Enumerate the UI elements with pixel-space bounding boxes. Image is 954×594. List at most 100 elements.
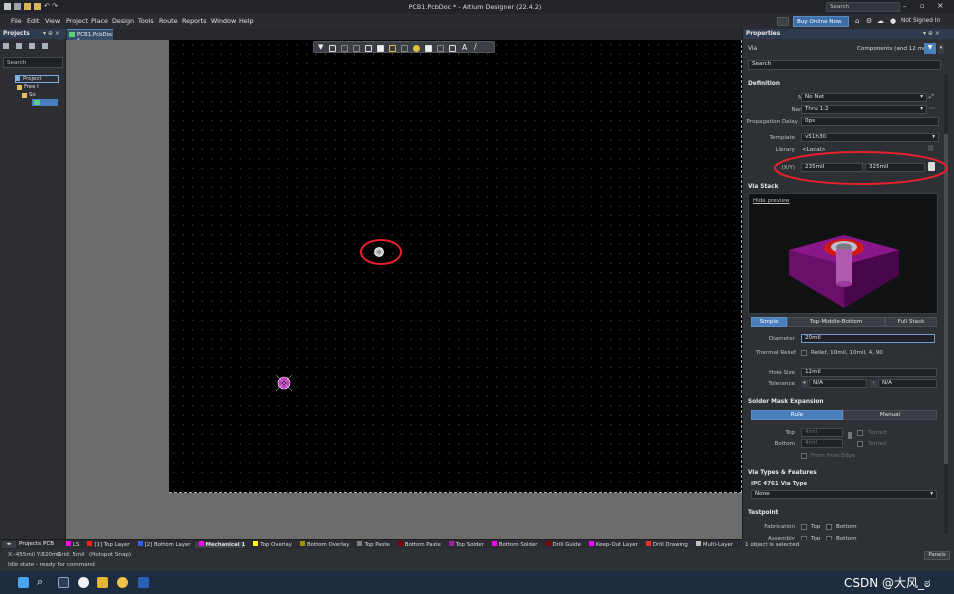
settings-icon[interactable] [16,43,22,49]
menu-project[interactable]: Project [66,17,88,25]
minimize-button[interactable]: – [903,2,907,10]
panel-controls-icon[interactable]: ▾ ⊕ × [923,30,940,37]
layer-tab[interactable]: Drill Guide [542,541,581,548]
menu-view[interactable]: View [45,17,60,25]
layer-tab[interactable]: Bottom Overlay [296,541,349,548]
hole-size-field[interactable]: 12mil [801,368,937,377]
projects-bottom-tab[interactable]: Projects [19,541,41,547]
refresh-icon[interactable] [42,43,48,49]
layer-tab[interactable]: Bottom Solder [488,541,538,548]
via-types-section-header[interactable]: Via Types & Features [748,470,817,476]
fabrication-bottom-checkbox[interactable] [826,524,832,530]
align-icon[interactable] [365,45,372,52]
unselected-via[interactable] [274,373,294,393]
notifications-icon[interactable]: ☁ [877,17,884,25]
layer-tab[interactable]: Top Overlay [249,541,292,548]
layer-tab[interactable]: [2] Bottom Layer [134,541,191,548]
component-icon[interactable] [377,45,384,52]
more-options-icon[interactable]: ⋯ [929,105,935,112]
browser-icon[interactable] [78,577,89,588]
search-icon[interactable]: ⌕ [37,575,43,589]
layer-tab[interactable]: Top Paste [353,541,390,548]
open-project-icon[interactable] [29,43,35,49]
hide-preview-link[interactable]: Hide preview [753,198,790,204]
close-button[interactable]: × [937,1,944,10]
via-mode-top-middle-bottom-button[interactable]: Top-Middle-Bottom [787,317,885,327]
tolerance-plus-field[interactable]: N/A [809,379,867,388]
polygon-icon[interactable] [437,45,444,52]
windows-start-icon[interactable] [18,577,29,588]
filter-icon[interactable]: ▼ [924,43,936,54]
tab-pcb1[interactable]: PCB1.PcbDoc * [67,29,113,44]
workspace-icon[interactable] [3,43,9,49]
solder-mask-manual-button[interactable]: Manual [843,410,937,420]
testpoint-section-header[interactable]: Testpoint [748,510,778,516]
task-view-icon[interactable] [58,577,69,588]
layer-tab[interactable]: Keep-Out Layer [585,541,638,548]
fabrication-top-checkbox[interactable] [801,524,807,530]
menu-edit[interactable]: Edit [27,17,39,25]
layer-tab[interactable]: Mechanical 1 [194,541,246,548]
text-icon[interactable]: A [462,43,467,52]
selection-filter-label[interactable]: Components (and 12 more) [857,46,934,52]
ipc-via-type-select[interactable]: None ▾ [751,490,937,499]
mask-bottom-field[interactable]: 4mil [801,439,843,448]
filter-dropdown-icon[interactable]: ▾ [938,43,944,54]
menu-route[interactable]: Route [159,17,178,25]
via-mode-full-stack-button[interactable]: Full Stack [885,317,937,327]
pin-icon[interactable]: ▾ ⊕ × [43,30,60,37]
thermal-settings-icon[interactable]: … [925,349,931,356]
fill-icon[interactable] [425,45,432,52]
word-icon[interactable] [138,577,149,588]
solder-mask-section-header[interactable]: Solder Mask Expansion [748,399,824,405]
place-icon[interactable] [341,45,348,52]
dimension-icon[interactable] [449,45,456,52]
via-mode-simple-button[interactable]: Simple [751,317,787,327]
via-stack-section-header[interactable]: Via Stack [748,184,778,190]
buy-online-button[interactable]: Buy Online Now [793,16,849,27]
undo-icon[interactable]: ↶ [44,3,50,10]
from-hole-edge-checkbox[interactable] [801,453,807,459]
projects-search-input[interactable]: Search [3,57,63,68]
definition-section-header[interactable]: Definition [748,81,780,87]
new-file-icon[interactable] [14,3,21,10]
diff-pair-icon[interactable] [401,45,408,52]
menu-design[interactable]: Design [112,17,134,25]
layer-tab[interactable]: Multi-Layer [692,541,733,548]
select-rect-icon[interactable] [353,45,360,52]
line-icon[interactable]: ∕ [474,42,477,51]
sign-in-label[interactable]: Not Signed In [901,18,940,24]
redo-icon[interactable]: ↷ [52,3,58,10]
menu-place[interactable]: Place [91,17,108,25]
mask-top-field[interactable]: 4mil [801,428,843,437]
tree-item-free[interactable]: Free I [17,84,57,92]
save-icon[interactable] [34,3,41,10]
open-folder-icon[interactable] [24,3,31,10]
diameter-field[interactable]: 20mil [801,334,935,343]
top-tented-checkbox[interactable] [857,430,863,436]
file-explorer-icon[interactable] [97,577,108,588]
global-search-box[interactable]: Search [826,2,900,12]
net-select[interactable]: No Net ▾ [801,93,927,102]
properties-search-input[interactable]: Search [748,60,941,70]
user-icon[interactable]: ● [890,17,896,25]
name-select[interactable]: Thru 1:2 ▾ [801,105,927,114]
menu-help[interactable]: Help [239,17,254,25]
link-values-icon[interactable] [848,432,852,439]
layer-tab[interactable]: Top Solder [445,541,484,548]
layer-tab[interactable]: [1] Top Layer [83,541,130,548]
tree-item-pcb-selected[interactable] [32,99,58,106]
pcb-workspace[interactable]: ▼ A ∕ [66,40,742,539]
bottom-tented-checkbox[interactable] [857,441,863,447]
layer-tab[interactable]: Drill Drawing [642,541,688,548]
menu-file[interactable]: File [11,17,22,25]
properties-scrollbar[interactable] [944,74,948,534]
net-picker-icon[interactable]: ⤢ [929,93,934,101]
quick-access-toolbar[interactable]: ↶ ↷ [4,3,60,11]
altium-taskbar-icon[interactable] [117,577,128,588]
menu-window[interactable]: Window [211,17,236,25]
menu-tools[interactable]: Tools [138,17,154,25]
gear-icon[interactable]: ⚙ [866,17,872,25]
propagation-delay-field[interactable]: 0ps [801,117,939,126]
selected-via[interactable] [373,246,385,258]
